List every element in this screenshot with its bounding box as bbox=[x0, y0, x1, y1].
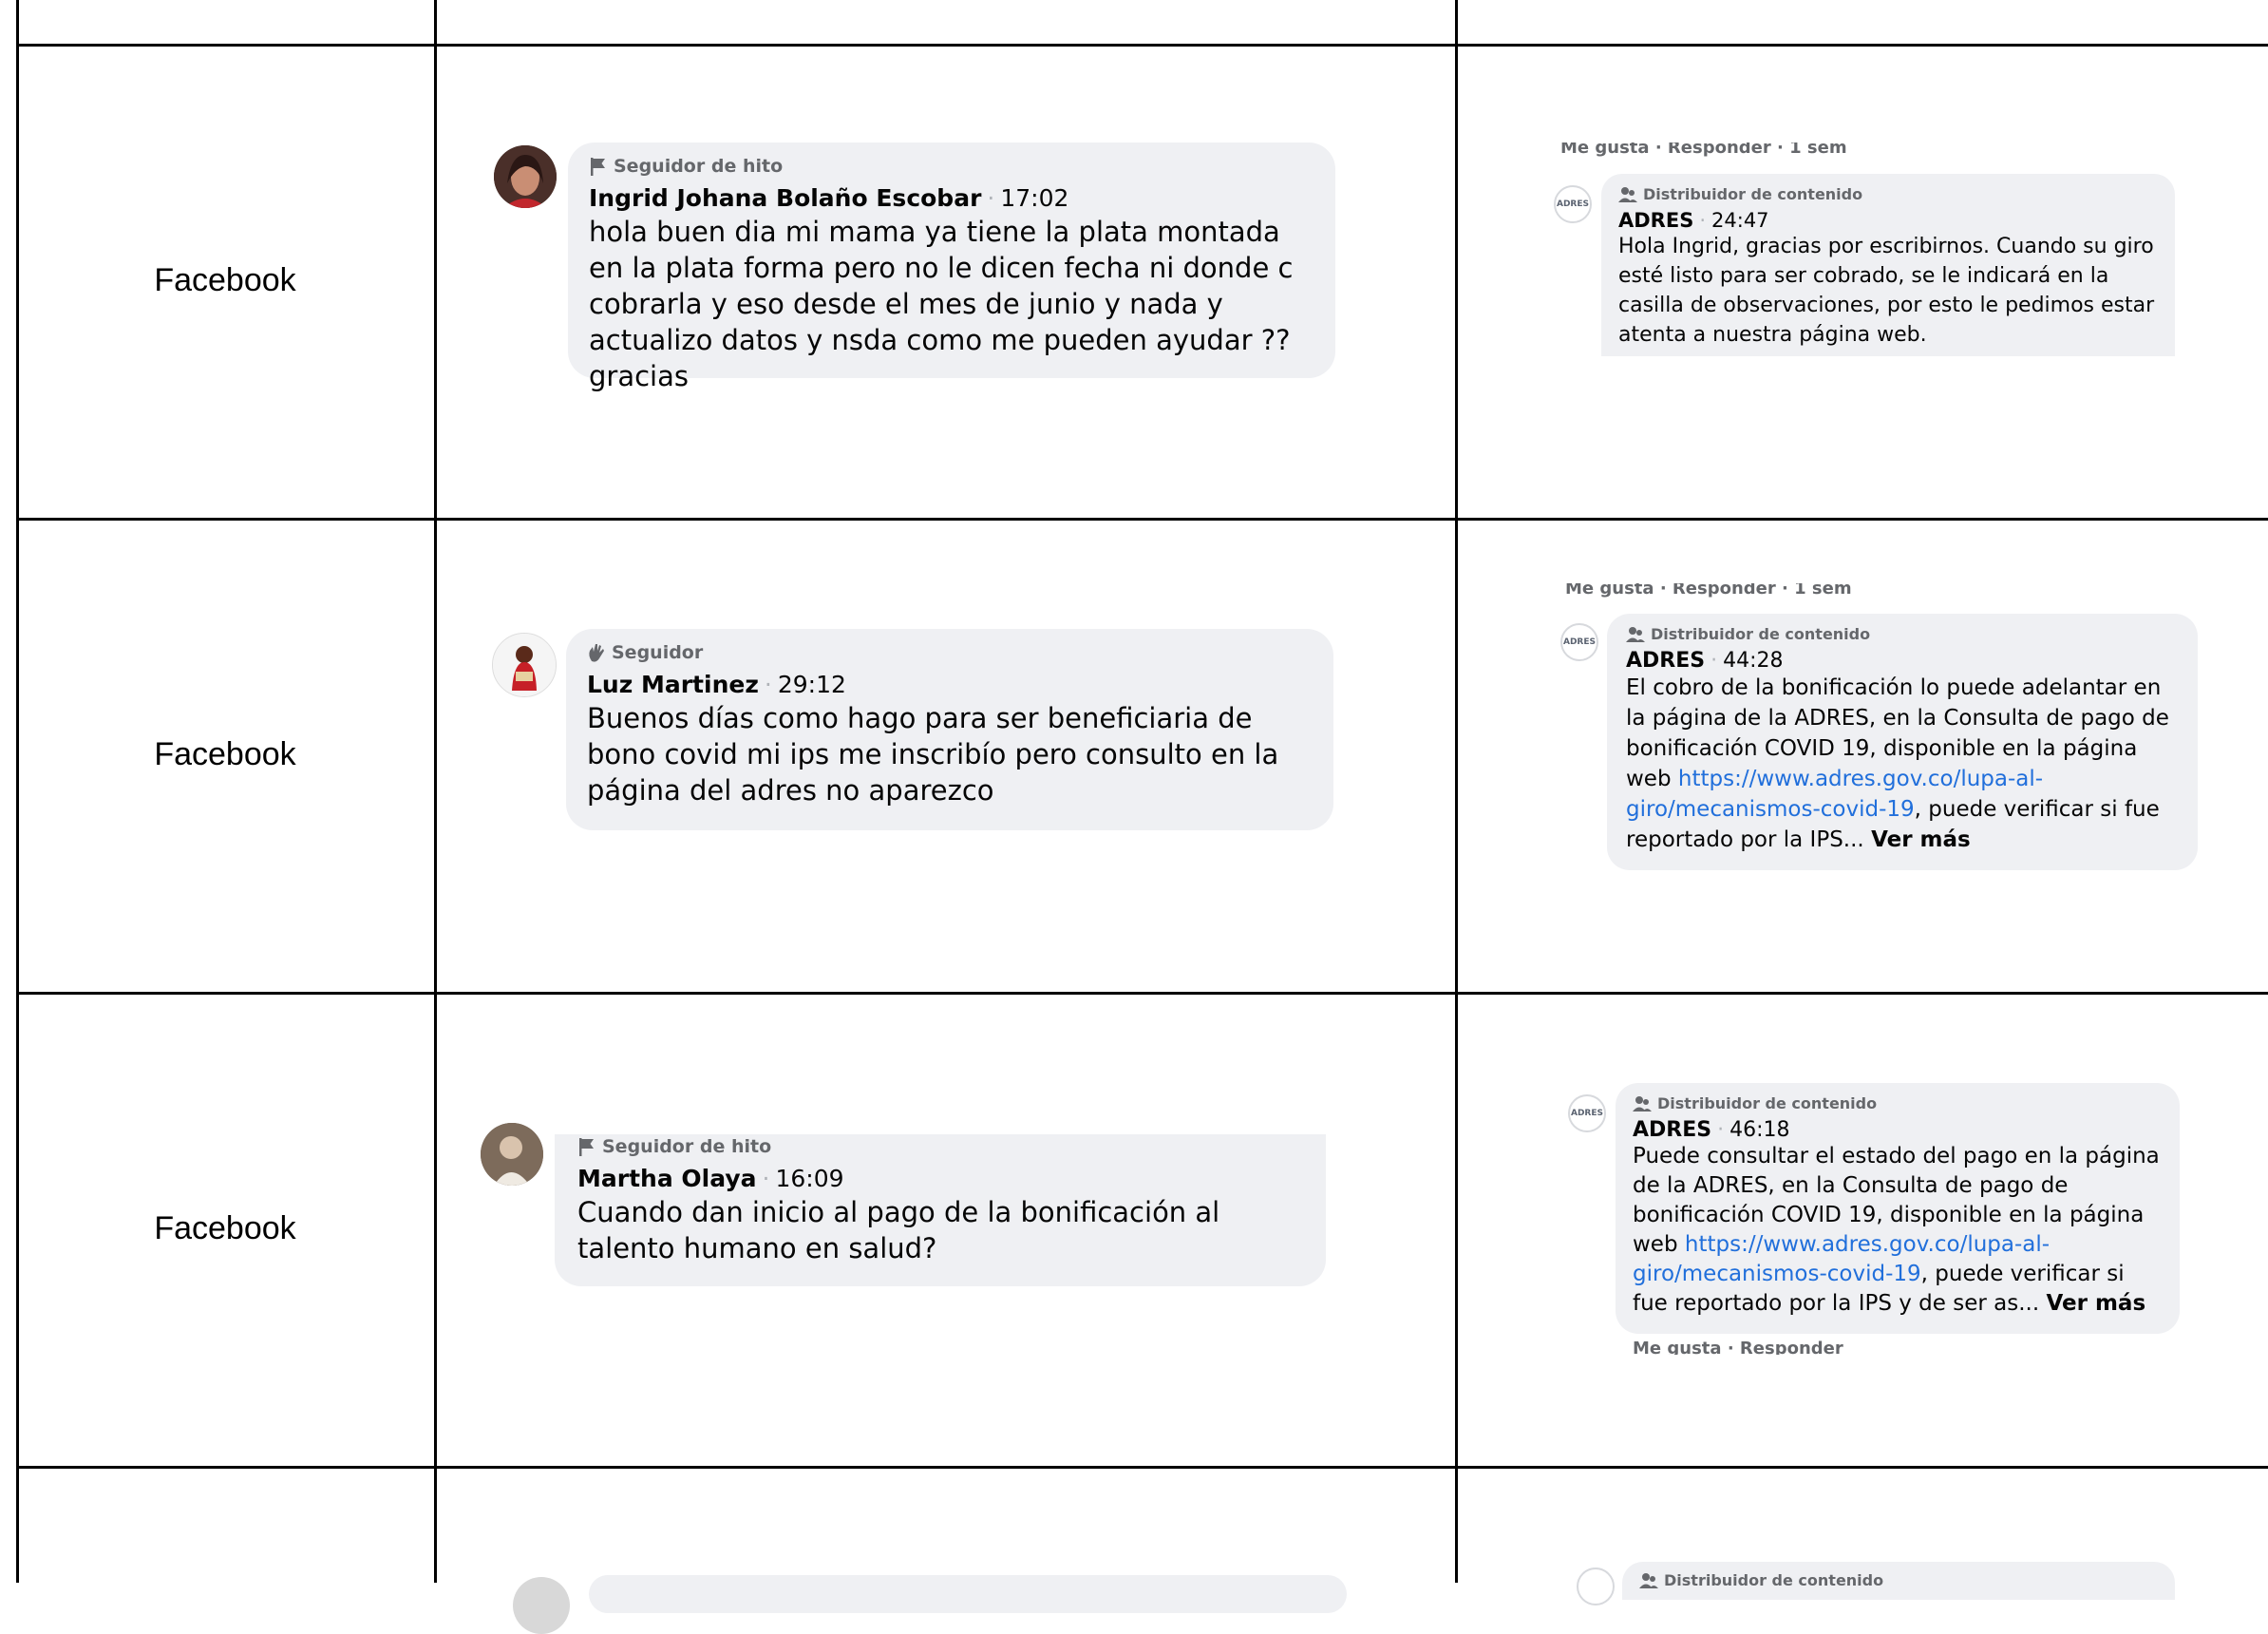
comment-badge-label: Seguidor de hito bbox=[614, 156, 784, 177]
reply-badge-label: Distribuidor de contenido bbox=[1643, 185, 1863, 203]
comment-bubble bbox=[589, 1575, 1347, 1613]
table-divider-2 bbox=[1455, 0, 1458, 1583]
comment-badge: Seguidor bbox=[587, 642, 1313, 663]
reply-badge: Distribuidor de contenido bbox=[1618, 185, 2158, 203]
reply-avatar[interactable] bbox=[1577, 1568, 1615, 1606]
wave-hand-icon bbox=[589, 644, 604, 662]
reply-bubble: Distribuidor de contenido bbox=[1622, 1562, 2175, 1600]
reply-avatar[interactable]: ADRES bbox=[1554, 185, 1592, 223]
reply-bubble: Distribuidor de contenido ADRES · 46:18 Pu… bbox=[1616, 1083, 2180, 1334]
reply-time[interactable]: 24:47 bbox=[1711, 209, 1769, 232]
platform-cell: Facebook bbox=[154, 1210, 296, 1246]
reply-text: El cobro de la bonificación lo puede ade… bbox=[1626, 673, 2181, 855]
comment-badge: Seguidor de hito bbox=[577, 1136, 1305, 1157]
row-divider-3 bbox=[16, 1466, 2268, 1469]
comment-time[interactable]: 17:02 bbox=[1000, 184, 1068, 212]
avatar[interactable] bbox=[481, 1123, 543, 1186]
reply-bubble: Distribuidor de contenido ADRES · 44:28 El… bbox=[1607, 614, 2198, 870]
page-role-icon bbox=[1618, 186, 1637, 202]
reply-badge: Distribuidor de contenido bbox=[1626, 625, 2181, 643]
row-divider-2 bbox=[16, 992, 2268, 995]
avatar[interactable] bbox=[513, 1577, 570, 1634]
table-divider-1 bbox=[434, 0, 437, 1583]
reply-author[interactable]: ADRES bbox=[1626, 649, 1705, 673]
comment-bubble: Seguidor Luz Martinez · 29:12 Buenos días … bbox=[566, 629, 1333, 830]
reply-time[interactable]: 46:18 bbox=[1729, 1118, 1789, 1142]
flag-icon bbox=[591, 158, 605, 176]
comment-time[interactable]: 16:09 bbox=[775, 1165, 843, 1192]
reply-badge-label: Distribuidor de contenido bbox=[1664, 1571, 1884, 1589]
reply-bubble: Distribuidor de contenido ADRES · 24:47 Ho… bbox=[1601, 174, 2175, 356]
see-more-link[interactable]: Ver más bbox=[1871, 827, 1971, 852]
comment-author[interactable]: Luz Martinez bbox=[587, 671, 759, 698]
reply-badge: Distribuidor de contenido bbox=[1639, 1571, 2158, 1589]
reply-header-faded: Me gusta · Responder · 1 sem bbox=[1565, 583, 1852, 598]
comment-text: hola buen dia mi mama ya tiene la plata … bbox=[589, 216, 1294, 392]
comment-badge-label: Seguidor de hito bbox=[602, 1136, 772, 1157]
comment-time[interactable]: 29:12 bbox=[778, 671, 846, 698]
comment-badge: Seguidor de hito bbox=[589, 156, 1314, 177]
comment-bubble: Seguidor de hito Ingrid Johana Bolaño Es… bbox=[568, 142, 1335, 392]
reply-badge-label: Distribuidor de contenido bbox=[1651, 625, 1871, 643]
comment-author[interactable]: Ingrid Johana Bolaño Escobar bbox=[589, 184, 981, 212]
row-divider-1 bbox=[16, 518, 2268, 521]
reply-author[interactable]: ADRES bbox=[1633, 1118, 1711, 1142]
page-role-icon bbox=[1639, 1572, 1658, 1588]
flag-icon bbox=[579, 1138, 594, 1156]
reply-avatar[interactable]: ADRES bbox=[1568, 1094, 1606, 1132]
platform-cell: Facebook bbox=[154, 736, 296, 772]
comment-badge-label: Seguidor bbox=[612, 642, 704, 663]
comment-bubble: Seguidor de hito Martha Olaya · 16:09 Cuan… bbox=[555, 1134, 1326, 1286]
comment-author[interactable]: Martha Olaya bbox=[577, 1165, 757, 1192]
reply-text: Puede consultar el estado del pago en la… bbox=[1633, 1142, 2163, 1319]
reply-time[interactable]: 44:28 bbox=[1723, 649, 1783, 673]
reply-text: Hola Ingrid, gracias por escribirnos. Cu… bbox=[1618, 235, 2155, 347]
comment-text: Cuando dan inicio al pago de la bonifica… bbox=[577, 1196, 1220, 1264]
reply-header-faded: Me gusta · Responder · 1 sem bbox=[1560, 142, 1847, 158]
row-divider-0 bbox=[16, 44, 2268, 47]
reply-author[interactable]: ADRES bbox=[1618, 209, 1693, 232]
table-border-left bbox=[16, 0, 19, 1583]
page-role-icon bbox=[1633, 1095, 1652, 1112]
avatar[interactable] bbox=[494, 145, 557, 208]
see-more-link[interactable]: Ver más bbox=[2046, 1291, 2145, 1316]
page-role-icon bbox=[1626, 626, 1645, 642]
reply-badge-label: Distribuidor de contenido bbox=[1657, 1094, 1878, 1112]
avatar[interactable] bbox=[492, 633, 557, 697]
reply-footer-faded[interactable]: Me gusta · Responder bbox=[1633, 1338, 1843, 1355]
reply-badge: Distribuidor de contenido bbox=[1633, 1094, 2163, 1112]
platform-cell: Facebook bbox=[154, 262, 296, 298]
reply-avatar[interactable]: ADRES bbox=[1560, 623, 1598, 661]
comment-text: Buenos días como hago para ser beneficia… bbox=[587, 702, 1279, 807]
